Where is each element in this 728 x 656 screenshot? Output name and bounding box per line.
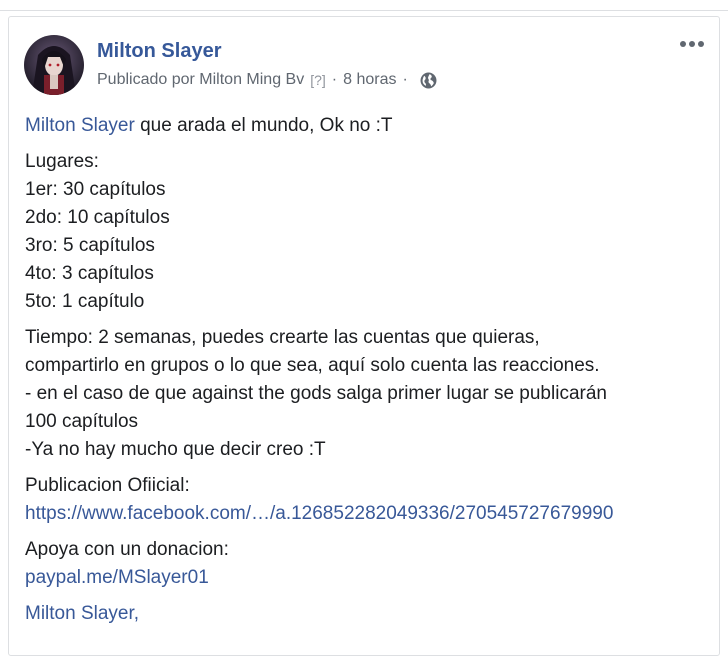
meta-separator-2: · xyxy=(402,71,408,88)
official-label: Publicacion Ofiicial: xyxy=(25,475,190,496)
details-line: -Ya no hay mucho que decir creo :T xyxy=(25,439,326,460)
details-line: - en el caso de que against the gods sal… xyxy=(25,383,607,404)
place-item: 5to: 1 capítulo xyxy=(25,291,145,312)
signature-link[interactable]: Milton Slayer, xyxy=(25,600,705,628)
official-link[interactable]: https://www.facebook.com/…/a.12685228204… xyxy=(25,500,705,528)
official-paragraph: Publicacion Ofiicial: https://www.facebo… xyxy=(25,472,705,528)
donation-paragraph: Apoya con un donacion: paypal.me/MSlayer… xyxy=(25,536,705,592)
place-item: 2do: 10 capítulos xyxy=(25,207,170,228)
top-divider xyxy=(0,10,728,11)
post-meta: Publicado por Milton Ming Bv [?] · 8 hor… xyxy=(97,71,437,89)
avatar[interactable] xyxy=(24,35,84,95)
more-options-icon[interactable] xyxy=(680,41,704,47)
post-card: Milton Slayer Publicado por Milton Ming … xyxy=(8,16,720,656)
mention-link[interactable]: Milton Slayer xyxy=(25,115,135,136)
place-item: 3ro: 5 capítulos xyxy=(25,235,155,256)
place-item: 4to: 3 capítulos xyxy=(25,263,154,284)
meta-separator: · xyxy=(331,71,338,88)
intro-paragraph: Milton Slayer que arada el mundo, Ok no … xyxy=(25,112,705,140)
places-paragraph: Lugares: 1er: 30 capítulos 2do: 10 capít… xyxy=(25,148,705,316)
details-line: compartirlo en grupos o lo que sea, aquí… xyxy=(25,355,600,376)
post-time[interactable]: 8 horas xyxy=(343,71,396,89)
published-by[interactable]: Publicado por Milton Ming Bv xyxy=(97,71,304,89)
details-line: 100 capítulos xyxy=(25,411,139,432)
post-body: Milton Slayer que arada el mundo, Ok no … xyxy=(25,112,705,636)
help-marker[interactable]: [?] xyxy=(310,72,326,88)
donation-label: Apoya con un donacion: xyxy=(25,539,229,560)
signature-paragraph: Milton Slayer, xyxy=(25,600,705,628)
details-paragraph: Tiempo: 2 semanas, puedes crearte las cu… xyxy=(25,324,705,464)
details-line: Tiempo: 2 semanas, puedes crearte las cu… xyxy=(25,327,540,348)
author-name[interactable]: Milton Slayer xyxy=(97,40,221,63)
intro-text: que arada el mundo, Ok no :T xyxy=(134,115,393,136)
avatar-image xyxy=(24,35,84,95)
place-item: 1er: 30 capítulos xyxy=(25,179,166,200)
places-heading: Lugares: xyxy=(25,151,99,172)
globe-icon[interactable] xyxy=(420,72,437,89)
donation-link[interactable]: paypal.me/MSlayer01 xyxy=(25,564,705,592)
